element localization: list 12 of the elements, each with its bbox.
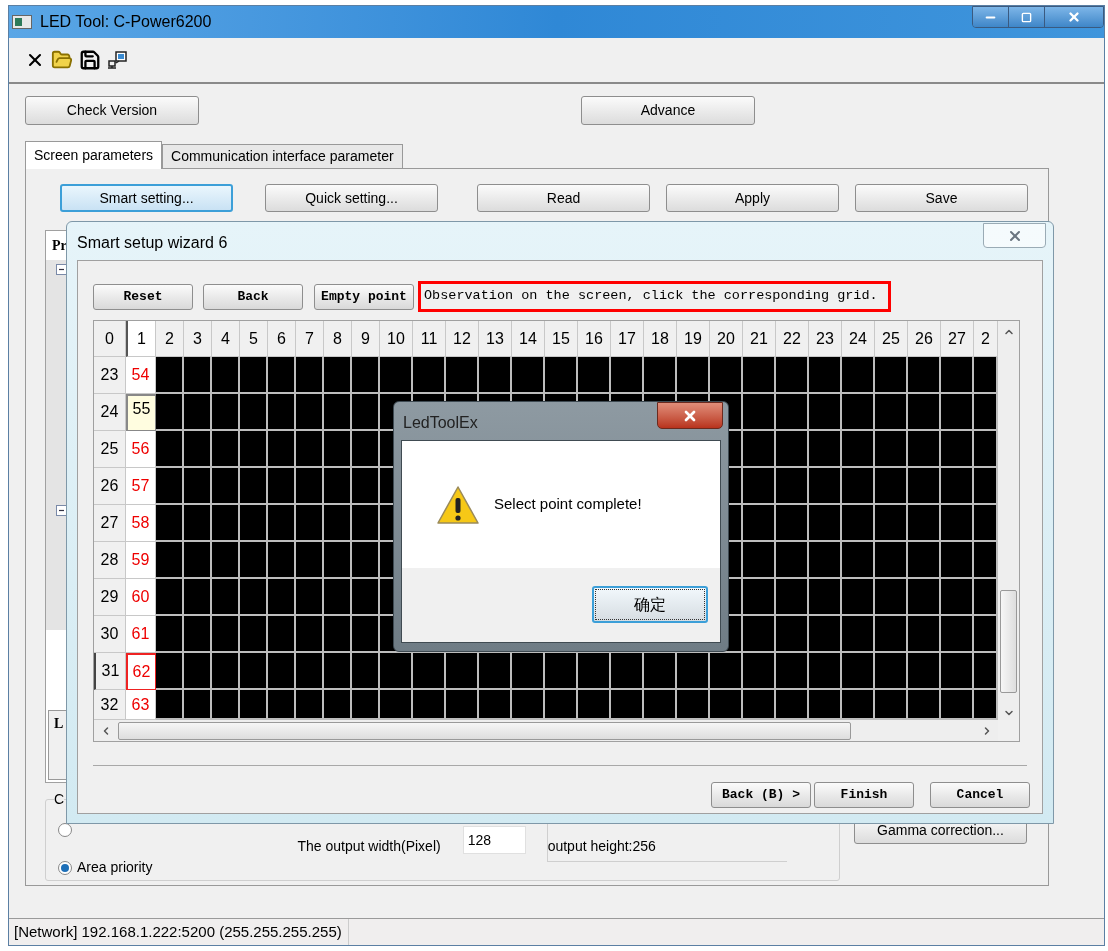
panel-header: Pr [52, 237, 67, 255]
window-title: LED Tool: C-Power6200 [40, 12, 212, 32]
group-legend: C [54, 789, 65, 810]
status-text: [Network] 192.168.1.222:5200 (255.255.255.255) [14, 919, 349, 945]
dialog-title: Smart setup wizard 6 [77, 233, 228, 253]
instruction-label: Observation on the screen, click the corresponding grid. [418, 281, 891, 312]
panel-label: L [54, 716, 64, 731]
message-text: Select point complete! [494, 494, 642, 515]
height-text: output height:256 [547, 837, 656, 856]
dialog-title: LedToolEx [403, 413, 478, 433]
field-label: The output width(Pixel) [297, 837, 441, 856]
radio-label: Area priority [77, 858, 153, 877]
